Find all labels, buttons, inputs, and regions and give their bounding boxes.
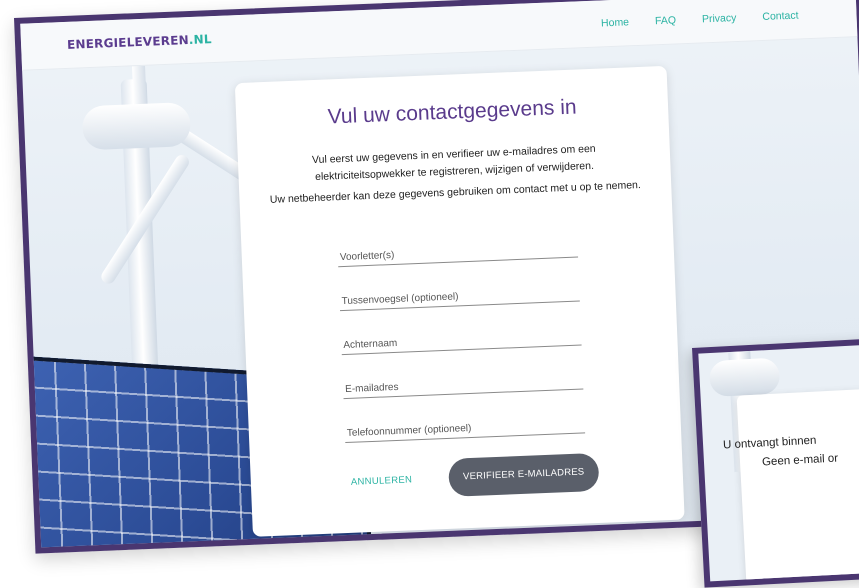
form-intro-text: Vul eerst uw gegevens in en verifieer uw…: [311, 142, 596, 184]
site-logo[interactable]: ENERGIELEVEREN.NL: [67, 32, 212, 52]
form-title: Vul uw contactgegevens in: [327, 95, 578, 129]
email-field-label: E-mailadres: [344, 381, 399, 396]
top-navigation-bar: ENERGIELEVEREN.NL Home FAQ Privacy Conta…: [20, 0, 858, 71]
nav-link-privacy[interactable]: Privacy: [702, 12, 737, 25]
phone-field-label: Telefoonnummer (optioneel): [346, 422, 472, 439]
form-actions: ANNULEREN VERIFIEER E-MAILADRES: [250, 450, 683, 507]
contact-form-card: Vul uw contactgegevens in Vul eerst uw g…: [234, 65, 685, 537]
form-fields: Voorletter(s) Tussenvoegsel (optioneel) …: [241, 214, 681, 451]
surname-field-label: Achternaam: [343, 337, 398, 352]
prefix-field-label: Tussenvoegsel (optioneel): [341, 291, 459, 308]
initials-field-label: Voorletter(s): [339, 249, 395, 264]
logo-text: ENERGIELEVEREN: [66, 33, 190, 52]
verify-email-button[interactable]: VERIFIEER E-MAILADRES: [448, 452, 600, 497]
wind-turbine-nacelle: [81, 102, 192, 151]
confirmation-card: [736, 383, 859, 588]
wind-turbine-nacelle: [708, 357, 781, 398]
nav-link-home[interactable]: Home: [601, 16, 629, 29]
logo-tld: .NL: [188, 32, 212, 47]
secondary-browser-screen: U ontvangt binnen Geen e-mail or: [692, 335, 859, 588]
main-nav: Home FAQ Privacy Contact: [601, 10, 799, 30]
cancel-button[interactable]: ANNULEREN: [351, 474, 413, 487]
nav-link-contact[interactable]: Contact: [762, 10, 799, 23]
phone-field[interactable]: Telefoonnummer (optioneel): [344, 393, 586, 447]
nav-link-faq[interactable]: FAQ: [655, 14, 676, 27]
